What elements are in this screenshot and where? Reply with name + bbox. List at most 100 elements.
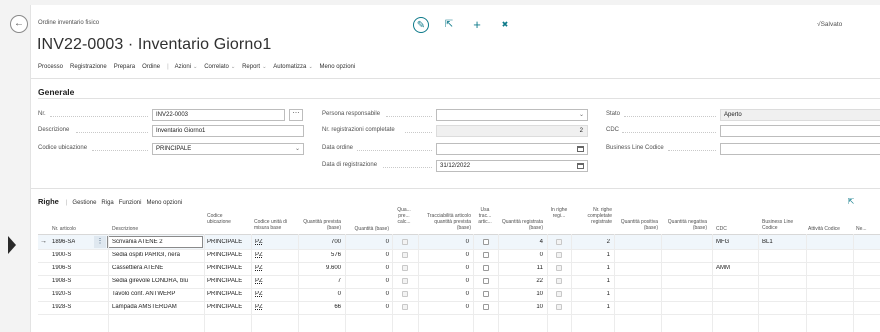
share-icon[interactable]: ⇱: [441, 17, 457, 33]
back-arrow-icon[interactable]: ←: [10, 15, 28, 33]
calendar-icon[interactable]: [577, 163, 584, 169]
action-ordine[interactable]: Ordine: [142, 64, 160, 70]
cell-desc[interactable]: Tavolo conf. ANTWERP: [112, 291, 202, 297]
cell-uom[interactable]: PZ: [255, 278, 263, 284]
cell-item[interactable]: 1928-S: [52, 304, 71, 310]
col-nr-righe-completate[interactable]: Nr. righe completate registrate: [572, 207, 612, 226]
cell-cdc[interactable]: AMM: [716, 265, 730, 271]
codice-ubicazione-select[interactable]: PRINCIPALE ⌄: [152, 143, 304, 155]
cell-loc[interactable]: PRINCIPALE: [207, 265, 242, 271]
cell-qty[interactable]: 0: [345, 239, 389, 245]
cell-item[interactable]: 1906-S: [52, 265, 71, 271]
action-automatizza[interactable]: Automatizza ⌄: [273, 64, 312, 70]
calendar-icon[interactable]: [577, 146, 584, 152]
cell-loc[interactable]: PRINCIPALE: [207, 291, 242, 297]
cell-item[interactable]: 1900-S: [52, 252, 71, 258]
cell-item[interactable]: 1896-SA: [52, 239, 75, 245]
cell-desc[interactable]: Cassettiera ATENE: [112, 265, 202, 271]
col-in-righe-reg[interactable]: In righe regi...: [548, 207, 570, 219]
cell-desc[interactable]: Sedia ospiti PARIGI, nera: [112, 252, 202, 258]
cell-expected: 7: [337, 278, 341, 284]
cell-uom[interactable]: PZ: [255, 291, 263, 297]
col-codice-unita[interactable]: Codice unità di misura base: [254, 219, 298, 231]
lines-meno-opzioni[interactable]: Meno opzioni: [146, 200, 182, 206]
action-report[interactable]: Report ⌄: [242, 64, 266, 70]
cell-qty[interactable]: 0: [345, 265, 389, 271]
use-tracking-checkbox[interactable]: [483, 265, 489, 271]
cell-uom[interactable]: PZ: [255, 239, 263, 245]
delete-icon[interactable]: ✖: [497, 17, 513, 33]
use-tracking-checkbox[interactable]: [483, 278, 489, 284]
data-ordine-field[interactable]: [436, 143, 588, 155]
stato-value: Aperto: [720, 109, 880, 121]
cell-loc[interactable]: PRINCIPALE: [207, 304, 242, 310]
cell-loc[interactable]: PRINCIPALE: [207, 252, 242, 258]
add-icon[interactable]: +: [469, 17, 485, 33]
cell-loc[interactable]: PRINCIPALE: [207, 239, 242, 245]
col-qta-negativa[interactable]: Quantità negativa (base): [662, 219, 707, 231]
action-prepara[interactable]: Prepara: [114, 64, 135, 70]
cell-expected: 9.600: [325, 265, 341, 271]
section-generale-title[interactable]: Generale: [38, 87, 74, 97]
persona-responsabile-select[interactable]: ⌄: [436, 109, 588, 121]
col-qta-prev-calc[interactable]: Qua... pre... calc...: [393, 207, 415, 226]
col-qta-positiva[interactable]: Quantità positiva (base): [614, 219, 658, 231]
cell-desc[interactable]: Lampada AMSTERDAM: [112, 304, 202, 310]
cell-qty[interactable]: 0: [345, 278, 389, 284]
in-reg-lines-checkbox: [556, 265, 562, 271]
cell-desc[interactable]: Sedia girevole LONDRA, blu: [112, 278, 202, 284]
nr-field[interactable]: INV22-0003: [152, 109, 285, 121]
cell-registered: 22: [536, 278, 543, 284]
col-cdc[interactable]: CDC: [716, 226, 756, 232]
use-tracking-checkbox[interactable]: [483, 252, 489, 258]
cell-desc[interactable]: Scrivania ATENE 2: [112, 239, 202, 245]
row-actions-button[interactable]: ⋮: [94, 236, 106, 248]
col-qta-prevista[interactable]: Quantità prevista (base): [299, 219, 341, 231]
row-divider: [38, 314, 880, 315]
cell-cdc[interactable]: MFG: [716, 239, 729, 245]
use-tracking-checkbox[interactable]: [483, 239, 489, 245]
col-qta-base[interactable]: Quantità (base): [345, 226, 389, 232]
lines-gestione[interactable]: Gestione: [72, 200, 96, 206]
cell-qty[interactable]: 0: [345, 252, 389, 258]
lines-riga[interactable]: Riga: [101, 200, 113, 206]
col-last[interactable]: Ne...: [856, 226, 880, 232]
col-attivita-codice[interactable]: Attività Codice: [808, 226, 850, 232]
col-codice-ubicazione[interactable]: Codice ubicazione: [207, 213, 247, 225]
lines-funzioni[interactable]: Funzioni: [119, 200, 142, 206]
col-usa-tracc[interactable]: Usa trac... artic...: [474, 207, 496, 226]
action-registrazione[interactable]: Registrazione: [70, 64, 107, 70]
col-business-line[interactable]: Business Line Codice: [762, 219, 804, 231]
col-qta-registrata[interactable]: Quantità registrata (base): [499, 219, 543, 231]
edit-pencil-icon[interactable]: ✎: [413, 17, 429, 33]
use-tracking-checkbox[interactable]: [483, 304, 489, 310]
descrizione-field[interactable]: Inventario Giorno1: [152, 125, 304, 137]
cell-uom[interactable]: PZ: [255, 304, 263, 310]
qty-calc-checkbox: [402, 252, 408, 258]
use-tracking-checkbox[interactable]: [483, 291, 489, 297]
cell-uom[interactable]: PZ: [255, 252, 263, 258]
cell-blc[interactable]: BL1: [762, 239, 773, 245]
col-nr-articolo[interactable]: Nr. articolo: [52, 226, 94, 232]
cell-loc[interactable]: PRINCIPALE: [207, 278, 242, 284]
cell-qty[interactable]: 0: [345, 304, 389, 310]
nr-lookup-button[interactable]: ⋯: [289, 109, 303, 121]
action-correlato[interactable]: Correlato ⌄: [204, 64, 235, 70]
business-line-codice-field[interactable]: [720, 143, 880, 155]
cell-item[interactable]: 1908-S: [52, 278, 71, 284]
action-meno-opzioni[interactable]: Meno opzioni: [320, 64, 356, 70]
action-azioni[interactable]: Azioni ⌄: [175, 64, 198, 70]
dots-leader: [386, 116, 432, 117]
in-reg-lines-checkbox: [556, 239, 562, 245]
lines-title[interactable]: Righe: [38, 197, 59, 206]
data-registrazione-field[interactable]: 31/12/2022: [436, 160, 588, 172]
cdc-field[interactable]: [720, 125, 880, 137]
cell-uom[interactable]: PZ: [255, 265, 263, 271]
share-icon[interactable]: ⇱: [843, 194, 859, 210]
col-tracciabilita[interactable]: Tracciabilità articolo quantità prevista…: [420, 213, 471, 232]
col-descrizione[interactable]: Descrizione: [112, 226, 192, 232]
side-panel-handle[interactable]: [8, 236, 16, 254]
cell-qty[interactable]: 0: [345, 291, 389, 297]
cell-item[interactable]: 1920-S: [52, 291, 71, 297]
action-processo[interactable]: Processo: [38, 64, 63, 70]
